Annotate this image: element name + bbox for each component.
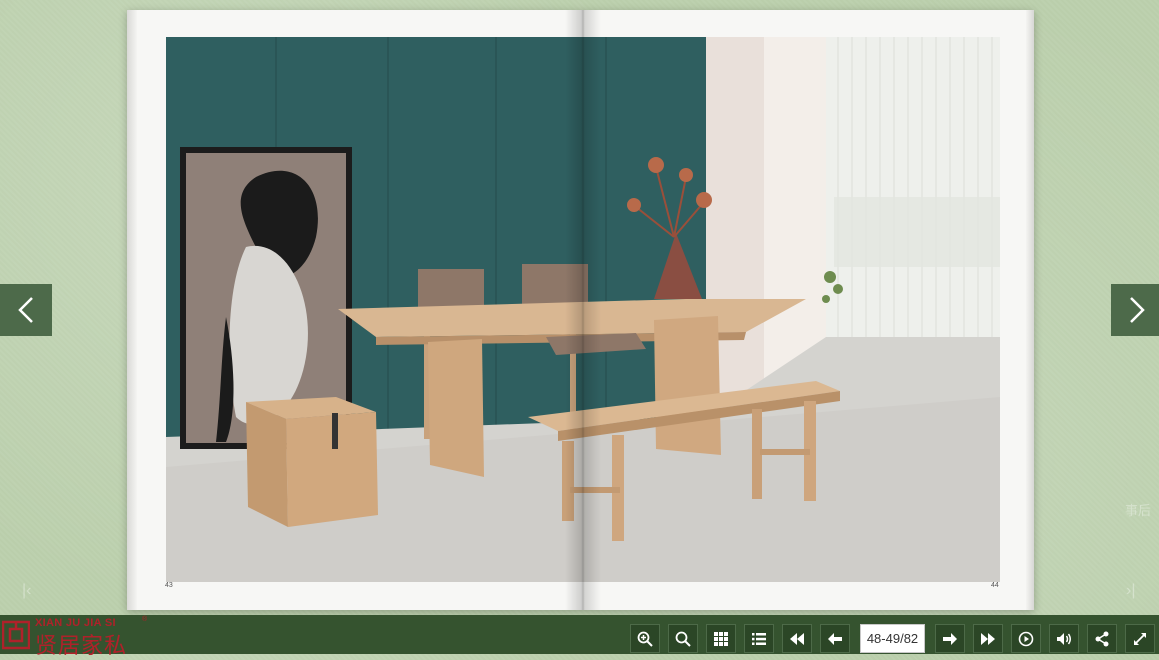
autoplay-button[interactable] xyxy=(1011,624,1041,653)
play-icon xyxy=(1018,631,1034,646)
sound-button[interactable] xyxy=(1049,624,1079,653)
chevron-right-icon xyxy=(1130,297,1145,323)
search-icon xyxy=(675,631,691,647)
double-left-icon xyxy=(790,632,804,645)
share-button[interactable] xyxy=(1087,624,1117,653)
faint-overlay-text: 事后 xyxy=(1125,503,1152,518)
thumbnails-button[interactable] xyxy=(706,624,736,653)
next-page-arrow[interactable] xyxy=(1111,284,1159,336)
page-number-left: 43 xyxy=(165,582,173,589)
grid-icon xyxy=(714,631,728,646)
brand-name-cn: 贤居家私 xyxy=(35,634,128,659)
brand-logo: XIAN JU JIA SI 贤居家私 ® xyxy=(0,615,160,659)
speaker-icon xyxy=(1057,632,1071,645)
bottom-toolbar: XIAN JU JIA SI 贤居家私 ® xyxy=(0,615,1159,659)
list-icon xyxy=(752,632,766,645)
zoom-in-icon xyxy=(637,631,653,647)
fullscreen-button[interactable] xyxy=(1125,624,1155,653)
share-icon xyxy=(1095,631,1109,646)
fullscreen-icon xyxy=(1134,632,1146,645)
dining-room-photo xyxy=(166,37,1000,582)
chevron-left-icon xyxy=(18,297,33,323)
prev-page-arrow[interactable] xyxy=(0,284,52,336)
table-of-contents-button[interactable] xyxy=(744,624,774,653)
next-page-button[interactable] xyxy=(935,624,965,653)
page-number-right: 44 xyxy=(991,582,999,589)
previous-page-button[interactable] xyxy=(820,624,850,653)
faint-first-icon: |‹ xyxy=(22,582,32,599)
double-right-icon xyxy=(981,632,995,645)
page-indicator-input[interactable] xyxy=(860,624,925,653)
arrow-left-icon xyxy=(828,632,842,645)
registered-mark: ® xyxy=(142,616,148,623)
first-page-button[interactable] xyxy=(782,624,812,653)
page-edge-left xyxy=(127,10,137,610)
book-spread: 43 44 xyxy=(127,10,1034,610)
last-page-button[interactable] xyxy=(973,624,1003,653)
faint-last-icon: ›| xyxy=(1126,582,1136,599)
zoom-in-button[interactable] xyxy=(630,624,660,653)
search-button[interactable] xyxy=(668,624,698,653)
page-edge-right xyxy=(1026,10,1034,610)
arrow-right-icon xyxy=(943,632,957,645)
brand-mark-icon xyxy=(2,620,30,650)
